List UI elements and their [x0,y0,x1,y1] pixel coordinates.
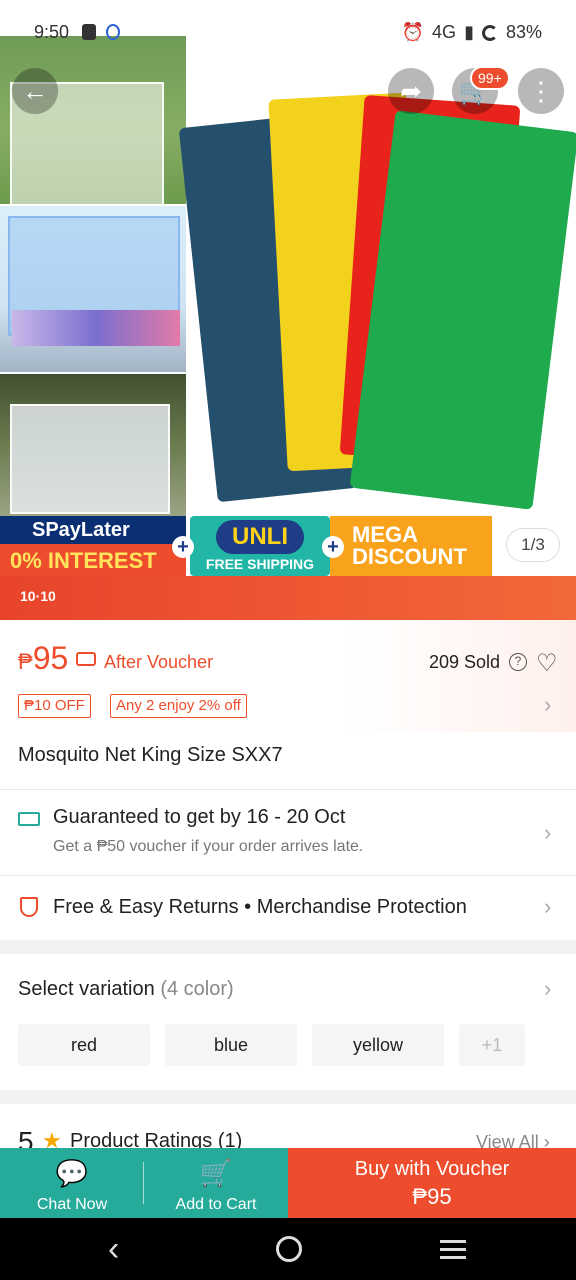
voucher-icon [76,652,96,666]
chat-icon: 💬 [55,1158,89,1188]
mega-discount-badge: MEGA DISCOUNT [330,516,492,576]
shopping-bag-icon [82,24,96,40]
net-shape [10,404,170,514]
interest-label: 0% INTEREST [0,544,186,576]
star-icon: ★ [42,1128,62,1148]
arrow-left-icon: ← [22,75,48,106]
nav-back-icon[interactable]: ‹ [108,1230,119,1269]
promo-banner: SPayLater 0% INTEREST + UNLI FREE SHIPPI… [0,516,500,576]
network-label: 4G [432,22,457,42]
nav-home-icon[interactable] [276,1236,302,1262]
bed-shape [12,310,180,346]
buy-with-voucher-button[interactable]: Buy with Voucher ₱95 [288,1148,576,1218]
festival-banner[interactable]: 10·10 [0,576,576,620]
returns-text: Free & Easy Returns • Merchandise Protec… [53,896,467,918]
view-all-link[interactable]: View All › [476,1132,550,1148]
currency-symbol: ₱ [18,649,33,674]
section-gap [0,940,576,954]
help-icon[interactable]: ? [509,653,527,671]
mega-label: MEGA [352,522,418,547]
nav-menu-icon[interactable] [440,1240,466,1264]
rating-score: 5 [18,1126,34,1148]
spaylater-label: SPayLater [0,516,186,544]
add-cart-icon: 🛒 [199,1158,233,1188]
status-time: 9:50 [34,22,70,42]
shipping-guarantee: Guaranteed to get by 16 - 20 Oct [53,806,346,828]
free-shipping-label: FREE SHIPPING [205,556,315,572]
buy-label: Buy with Voucher [354,1158,510,1180]
section-gap [0,1090,576,1104]
truck-icon [18,812,40,826]
ratings-label: Product Ratings (1) [70,1130,243,1148]
variation-section[interactable]: Select variation (4 color) › red blue ye… [0,954,576,1090]
signal-icon: ▮ [464,22,474,42]
shipping-voucher-note: Get a ₱50 voucher if your order arrives … [53,838,364,855]
heart-icon[interactable]: ♡ [536,649,558,678]
chat-now-button[interactable]: 💬 Chat Now [0,1148,144,1218]
spaylater-badge: SPayLater 0% INTEREST [0,516,186,576]
battery-icon [481,24,498,41]
variation-option-more[interactable]: +1 [459,1024,525,1066]
shield-icon [20,897,38,917]
unli-label: UNLI [216,520,304,554]
festival-label: 10·10 [20,588,56,604]
shipping-row[interactable]: Guaranteed to get by 16 - 20 Oct Get a ₱… [0,790,576,874]
chevron-right-icon: › [544,894,552,919]
page-indicator: 1/3 [506,528,560,562]
share-button[interactable]: ➦ [388,68,434,114]
unli-badge: UNLI FREE SHIPPING [190,516,330,576]
chevron-right-icon: › [544,820,552,845]
variation-title: Select variation (4 color) [18,978,234,1001]
status-bar: 9:50 ⏰ 4G ▮ 83% [0,0,576,66]
view-all-label: View All [476,1132,539,1148]
product-title: Mosquito Net King Size SXX7 [18,744,283,766]
plus-icon: + [322,536,344,558]
variation-option-yellow[interactable]: yellow [312,1024,444,1066]
price-section: ₱95 After Voucher 209 Sold ? ♡ ₱10 OFF A… [0,620,576,732]
thumbnail-image-3 [0,374,186,516]
buy-price: ₱95 [412,1184,452,1209]
chevron-right-icon: › [544,976,552,1001]
chevron-right-icon[interactable]: › [544,692,551,718]
after-voucher-label: After Voucher [104,652,214,672]
bundle-tag[interactable]: Any 2 enjoy 2% off [110,694,247,718]
ratings-section[interactable]: 5 ★ Product Ratings (1) View All › [0,1104,576,1148]
system-nav-bar: ‹ [0,1218,576,1280]
add-to-cart-label: Add to Cart [175,1196,257,1213]
sold-count: 209 Sold [429,652,501,672]
status-right: ⏰ 4G ▮ 83% [402,22,542,43]
variation-count: (4 color) [160,978,234,1000]
variation-option-red[interactable]: red [18,1024,150,1066]
voucher-tag[interactable]: ₱10 OFF [18,694,91,718]
variation-label: Select variation [18,978,155,1000]
plus-icon: + [172,536,194,558]
battery-label: 83% [505,22,542,42]
cart-badge: 99+ [470,66,510,90]
price-value: 95 [32,640,69,676]
variation-option-blue[interactable]: blue [165,1024,297,1066]
back-button[interactable]: ← [12,68,58,114]
add-to-cart-button[interactable]: 🛒 Add to Cart [144,1148,288,1218]
more-button[interactable]: ⋮ [518,68,564,114]
alarm-icon: ⏰ [401,22,425,42]
price: ₱95 [18,640,68,677]
discount-label: DISCOUNT [352,544,467,569]
returns-row[interactable]: Free & Easy Returns • Merchandise Protec… [0,876,576,940]
app-notification-icon [106,24,120,40]
chat-now-label: Chat Now [36,1196,108,1213]
more-vertical-icon: ⋮ [528,75,554,106]
thumbnail-image-2 [0,206,186,372]
bottom-action-bar: 💬 Chat Now 🛒 Add to Cart Buy with Vouche… [0,1148,576,1218]
share-icon: ➦ [400,75,422,106]
